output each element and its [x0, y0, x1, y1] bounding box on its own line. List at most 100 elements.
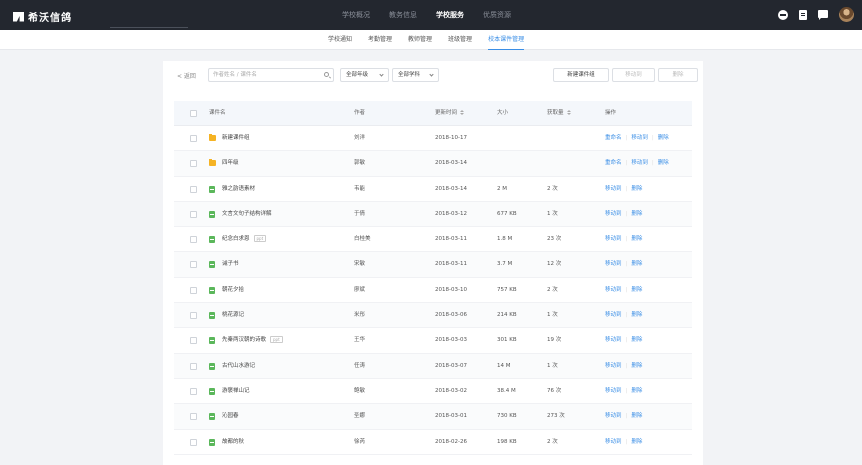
row-op-link[interactable]: 删除	[631, 413, 642, 419]
row-op-link[interactable]: 移动到	[605, 236, 622, 242]
row-checkbox[interactable]	[190, 160, 197, 168]
row-op-link[interactable]: 移动到	[605, 312, 622, 318]
row-name-text: 桃花源记	[222, 312, 245, 319]
avatar[interactable]	[839, 7, 854, 22]
row-checkbox[interactable]	[190, 438, 197, 446]
row-op-link[interactable]: 删除	[631, 186, 642, 192]
table-row[interactable]: 桃花源记 米彤 2018-03-06 214 KB 1 次 移动到 | 删除	[174, 303, 692, 329]
row-date: 2018-03-06	[435, 312, 467, 319]
row-op-link[interactable]: 删除	[631, 236, 642, 242]
select-all-checkbox[interactable]	[190, 110, 197, 117]
row-name[interactable]: 四年级	[222, 151, 239, 176]
move-button[interactable]: 移动到	[612, 68, 655, 82]
row-op-link[interactable]: 移动到	[605, 287, 622, 293]
row-op-link[interactable]: 删除	[631, 363, 642, 369]
row-op-link[interactable]: 重命名	[605, 135, 622, 141]
topnav-item[interactable]: 学校概况	[342, 0, 370, 30]
header-downloads[interactable]: 获取量	[547, 101, 571, 126]
header-date[interactable]: 更新时间	[435, 101, 465, 126]
row-op-link[interactable]: 移动到	[605, 413, 622, 419]
row-checkbox[interactable]	[190, 185, 197, 193]
row-name[interactable]: 古代山水游记	[222, 354, 255, 379]
row-checkbox[interactable]	[190, 286, 197, 294]
row-checkbox[interactable]	[190, 261, 197, 269]
table-row[interactable]: 文言文句子结构详解 于倩 2018-03-12 677 KB 1 次 移动到 | 删除	[174, 201, 692, 228]
table-row[interactable]: 新建课件组 刘洋 2018-10-17 重命名 | 移动到 | 删除	[174, 126, 692, 152]
row-checkbox[interactable]	[190, 362, 197, 370]
subnav-item[interactable]: 学校通知	[328, 30, 352, 50]
message-icon[interactable]	[818, 9, 828, 20]
table-row[interactable]: 古代山水游记 任涛 2018-03-07 14 M 1 次 移动到 | 删除	[174, 353, 692, 379]
top-bar: 希沃信鸽 学校概况 教务信息 学校服务 优质资源	[0, 0, 862, 30]
table-row[interactable]: 纪念白求恩 ppt 白桂美 2018-03-11 1.8 M 23 次 移动到 | 删除	[174, 227, 692, 253]
subnav-item[interactable]: 考勤管理	[368, 30, 392, 50]
row-name[interactable]: 先秦两汉朝的诗歌 ppt	[222, 328, 283, 353]
row-op-link[interactable]: 删除	[631, 312, 642, 318]
row-op-link[interactable]: 删除	[658, 160, 669, 166]
row-name[interactable]: 雅之韵语素材	[222, 177, 255, 202]
subnav-item[interactable]: 教师管理	[408, 30, 432, 50]
subnav-item[interactable]: 校本课件管理	[488, 30, 525, 50]
row-checkbox[interactable]	[190, 387, 197, 395]
table-row[interactable]: 四年级 郭敏 2018-03-14 重命名 | 移动到 | 删除	[174, 151, 692, 177]
row-op-link[interactable]: 删除	[631, 287, 642, 293]
table-row[interactable]: 沁园春 圣娜 2018-03-01 730 KB 273 次 移动到 | 删除	[174, 404, 692, 430]
row-op-link[interactable]: 移动到	[605, 363, 622, 369]
row-op-link[interactable]: 移动到	[605, 337, 622, 343]
row-name-text: 先秦两汉朝的诗歌	[222, 337, 267, 344]
row-op-link[interactable]: 删除	[631, 211, 642, 217]
row-name[interactable]: 纪念白求恩 ppt	[222, 227, 267, 252]
table-row[interactable]: 游褒禅山记 鲍敏 2018-03-02 38.4 M 76 次 移动到 | 删除	[174, 379, 692, 405]
topnav-item[interactable]: 教务信息	[389, 0, 417, 30]
row-name[interactable]: 新建课件组	[222, 126, 250, 151]
row-checkbox[interactable]	[190, 413, 197, 421]
row-op-link[interactable]: 删除	[631, 337, 642, 343]
table-row[interactable]: 雅之韵语素材 韦能 2018-03-14 2 M 2 次 移动到 | 删除	[174, 177, 692, 202]
delete-button[interactable]: 删除	[658, 68, 698, 82]
row-checkbox[interactable]	[190, 312, 197, 320]
row-op-link[interactable]: 删除	[631, 388, 642, 394]
row-op-link[interactable]: 移动到	[605, 211, 622, 217]
row-size: 198 KB	[497, 438, 517, 445]
document-icon[interactable]	[799, 9, 807, 20]
topnav-item[interactable]: 优质资源	[483, 0, 511, 30]
table-row[interactable]: 先秦两汉朝的诗歌 ppt 王华 2018-03-03 301 KB 19 次 移动到 | 删除	[174, 328, 692, 354]
row-checkbox[interactable]	[190, 210, 197, 218]
row-op-link[interactable]: 移动到	[631, 160, 648, 166]
row-name[interactable]: 沁园春	[222, 404, 239, 429]
row-op-link[interactable]: 删除	[631, 439, 642, 445]
search-input[interactable]	[209, 69, 319, 81]
row-op-link[interactable]: 删除	[631, 261, 642, 267]
row-op-link[interactable]: 移动到	[605, 261, 622, 267]
new-folder-button[interactable]: 新建课件组	[553, 68, 609, 82]
grade-select[interactable]: 全部年级	[340, 68, 389, 82]
row-op-link[interactable]: 删除	[658, 135, 669, 141]
row-checkbox[interactable]	[190, 135, 197, 142]
row-checkbox[interactable]	[190, 236, 197, 244]
row-op-link[interactable]: 重命名	[605, 160, 622, 166]
row-op-link[interactable]: 移动到	[605, 439, 622, 445]
row-checkbox[interactable]	[190, 337, 197, 345]
row-name[interactable]: 故都的秋	[222, 430, 244, 455]
table-row[interactable]: 诫子书 宋敏 2018-03-11 3.7 M 12 次 移动到 | 删除	[174, 252, 692, 278]
row-name[interactable]: 游褒禅山记	[222, 379, 250, 404]
row-ops: 移动到 | 删除	[605, 379, 642, 404]
app-logo[interactable]: 希沃信鸽	[13, 9, 72, 24]
subject-select[interactable]: 全部学科	[392, 68, 439, 82]
search-icon[interactable]	[324, 72, 329, 77]
row-name[interactable]: 文言文句子结构详解	[222, 202, 272, 227]
row-op-link[interactable]: 移动到	[605, 388, 622, 394]
op-divider: |	[625, 286, 628, 293]
row-op-link[interactable]: 移动到	[605, 186, 622, 192]
back-link[interactable]: < 返回	[177, 71, 196, 80]
minus-circle-icon[interactable]	[778, 9, 788, 20]
row-name[interactable]: 诫子书	[222, 252, 239, 277]
topnav-item[interactable]: 学校服务	[436, 0, 464, 30]
subnav-item[interactable]: 班级管理	[448, 30, 472, 50]
table-row[interactable]: 故都的秋 徐芮 2018-02-26 198 KB 2 次 移动到 | 删除	[174, 430, 692, 455]
row-op-link[interactable]: 移动到	[631, 135, 648, 141]
row-name[interactable]: 朝花夕拾	[222, 278, 244, 303]
row-name[interactable]: 桃花源记	[222, 303, 244, 328]
row-size: 677 KB	[497, 210, 517, 217]
table-row[interactable]: 朝花夕拾 廖斌 2018-03-10 757 KB 2 次 移动到 | 删除	[174, 278, 692, 304]
